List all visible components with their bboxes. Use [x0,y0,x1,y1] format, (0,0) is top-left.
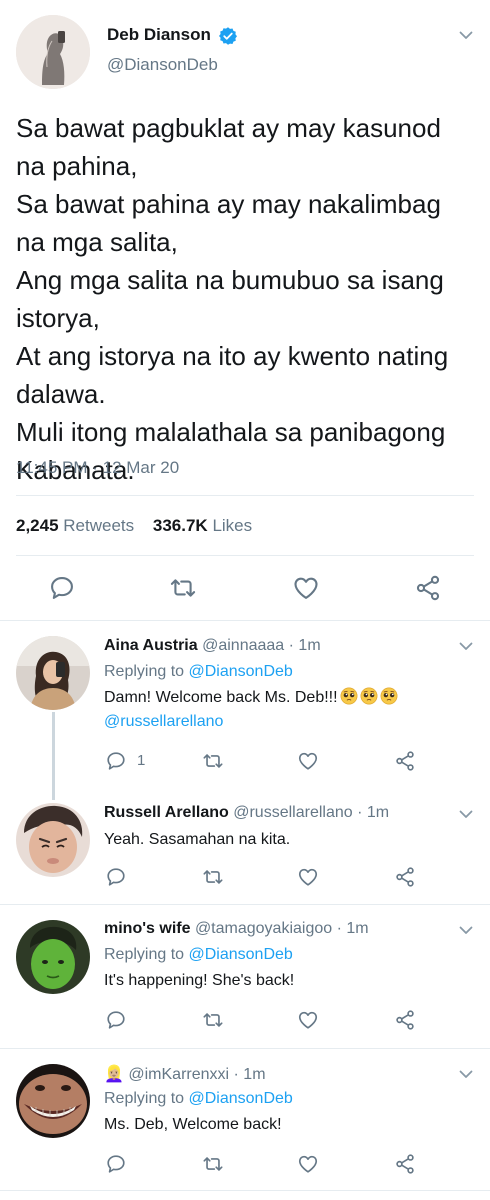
pleading-face-icon [360,687,378,705]
divider [16,495,474,496]
mention-link[interactable]: @DiansonDeb [189,1090,293,1107]
author-handle[interactable]: @russellarellano · 1m [233,804,389,821]
author-name[interactable]: 👱🏼‍♀️ [104,1066,124,1083]
mention-link[interactable]: @DiansonDeb [189,663,293,680]
reply-icon[interactable] [105,1009,127,1031]
tweet-timestamp[interactable]: 11:45 PM · 12 Mar 20 [16,458,179,478]
tweet-text-line: Sa bawat pagbuklat ay may kasunod [16,113,441,143]
divider [0,1048,490,1049]
pleading-face-icon [380,687,398,705]
retweet-icon[interactable] [202,1153,224,1175]
avatar[interactable] [16,920,90,994]
like-icon[interactable] [297,1009,319,1031]
avatar[interactable] [16,803,90,877]
share-icon[interactable] [394,866,416,888]
replying-to-label: Replying to [104,946,185,963]
author-handle[interactable]: @ainnaaaa · 1m [202,637,321,654]
avatar[interactable] [16,1064,90,1138]
chevron-down-icon[interactable] [459,31,473,40]
divider [0,1190,490,1191]
chevron-down-icon[interactable] [459,810,473,819]
author-handle[interactable]: @tamagoyakiaigoo · 1m [195,920,369,937]
chevron-down-icon[interactable] [459,642,473,651]
author-name[interactable]: Deb Dianson [107,25,211,45]
tweet-text-line: Muli itong malalathala sa panibagong [16,417,446,447]
share-icon[interactable] [414,574,442,602]
tweet-text-line: Sa bawat pahina ay may nakalimbag [16,189,441,219]
author-handle[interactable]: @DiansonDeb [107,55,218,75]
reply-icon[interactable] [105,1153,127,1175]
reply-icon[interactable] [105,750,127,772]
like-icon[interactable] [297,866,319,888]
like-icon[interactable] [292,574,320,602]
replying-to-label: Replying to [104,1090,185,1107]
tweet-text-line: At ang istorya na ito ay kwento nating [16,341,449,371]
tweet-text-line: Ang mga salita na bumubuo sa isang [16,265,444,295]
retweet-icon[interactable] [169,574,197,602]
tweet-stats: 2,245 Retweets 336.7K Likes [16,516,252,536]
reply-text-body: Damn! Welcome back Ms. Deb!!! [104,689,338,706]
author-name[interactable]: Russell Arellano [104,804,229,821]
chevron-down-icon[interactable] [459,926,473,935]
share-icon[interactable] [394,1009,416,1031]
retweets-label[interactable]: Retweets [63,516,134,535]
tweet-text-line: dalawa. [16,379,106,409]
retweet-icon[interactable] [202,1009,224,1031]
like-icon[interactable] [297,1153,319,1175]
author-name[interactable]: Aina Austria [104,637,198,654]
chevron-down-icon[interactable] [459,1070,473,1079]
verified-badge-icon [218,26,238,46]
reply-text: Ms. Deb, Welcome back! [104,1116,282,1133]
share-icon[interactable] [394,750,416,772]
like-icon[interactable] [297,750,319,772]
divider [0,620,490,621]
reply-text: Yeah. Sasamahan na kita. [104,831,291,848]
replying-to-label: Replying to [104,663,185,680]
thread-line [52,712,55,800]
author-name[interactable]: mino's wife [104,920,190,937]
reply-text: It's happening! She's back! [104,972,295,989]
divider [0,904,490,905]
mention-link[interactable]: @russellarellano [104,713,223,730]
author-handle[interactable]: @imKarrenxxi · 1m [128,1066,265,1083]
share-icon[interactable] [394,1153,416,1175]
divider [16,555,474,556]
tweet-text-line: istorya, [16,303,100,333]
likes-count[interactable]: 336.7K [153,516,208,535]
retweet-icon[interactable] [202,750,224,772]
reply-icon[interactable] [48,574,76,602]
tweet-text-line: na pahina, [16,151,138,181]
retweet-icon[interactable] [202,866,224,888]
reply-icon[interactable] [105,866,127,888]
pleading-face-icon [340,687,358,705]
tweet-text: Sa bawat pagbuklat ay may kasunod na pah… [16,109,476,489]
likes-label[interactable]: Likes [212,516,252,535]
reply-text: Damn! Welcome back Ms. Deb!!! [104,686,398,710]
avatar[interactable] [16,636,90,710]
mention-link[interactable]: @DiansonDeb [189,946,293,963]
reply-count: 1 [137,752,146,769]
avatar[interactable] [16,15,90,89]
retweets-count[interactable]: 2,245 [16,516,59,535]
tweet-text-line: na mga salita, [16,227,178,257]
main-tweet: Deb Dianson @DiansonDeb Sa bawat pagbukl… [0,0,490,620]
